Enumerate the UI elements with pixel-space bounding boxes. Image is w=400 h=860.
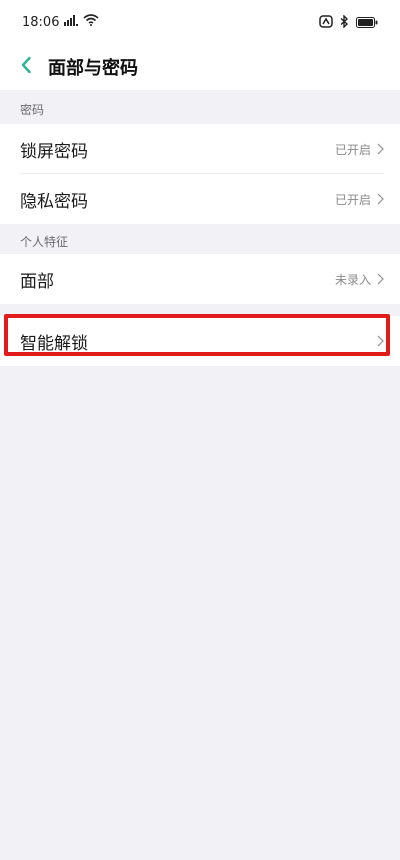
list-item-lock-screen-password[interactable]: 锁屏密码 已开启: [0, 124, 400, 174]
status-time: 18:06: [22, 14, 60, 30]
password-group: 锁屏密码 已开启 隐私密码 已开启: [0, 124, 400, 224]
header: 面部与密码: [0, 44, 400, 90]
item-right: 已开启: [335, 140, 384, 159]
smart-unlock-group: 智能解锁: [0, 316, 400, 366]
biometrics-group: 面部 未录入: [0, 254, 400, 304]
item-label: 面部: [20, 271, 54, 292]
item-status: 已开启: [334, 142, 371, 157]
list-item-privacy-password[interactable]: 隐私密码 已开启: [0, 174, 400, 224]
chevron-right-icon: [377, 332, 384, 351]
bluetooth-icon: [340, 13, 349, 32]
item-label: 隐私密码: [20, 191, 88, 212]
item-label: 锁屏密码: [20, 141, 88, 162]
item-right: 已开启: [335, 190, 384, 209]
list-item-face[interactable]: 面部 未录入: [0, 254, 400, 304]
back-button[interactable]: [6, 44, 46, 90]
nfc-icon: [319, 13, 333, 32]
list-item-smart-unlock[interactable]: 智能解锁: [0, 316, 400, 366]
item-label: 智能解锁: [20, 333, 88, 354]
chevron-right-icon: [377, 190, 384, 209]
item-right: [377, 332, 384, 351]
page-title: 面部与密码: [48, 58, 138, 79]
section-label-password: 密码: [0, 94, 400, 124]
item-right: 未录入: [335, 270, 384, 289]
status-right: [319, 13, 378, 32]
item-status: 已开启: [334, 192, 371, 207]
section-label-biometrics: 个人特征: [0, 226, 400, 256]
wifi-icon: [83, 14, 99, 30]
status-bar: 18:06: [0, 0, 400, 44]
chevron-left-icon: [20, 56, 32, 78]
chevron-right-icon: [377, 140, 384, 159]
signal-icon: [64, 14, 79, 30]
status-left: 18:06: [22, 14, 99, 30]
battery-icon: [356, 13, 378, 32]
item-status: 未录入: [334, 272, 371, 287]
chevron-right-icon: [377, 270, 384, 289]
